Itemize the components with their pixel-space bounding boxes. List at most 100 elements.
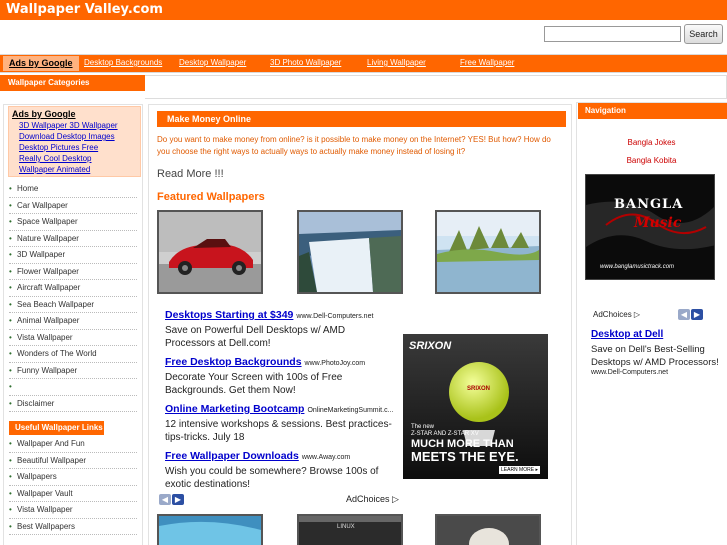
sidebar-item-label: Animal Wallpaper: [17, 316, 80, 325]
right-adchoices-link[interactable]: AdChoices ▷: [593, 310, 640, 319]
ad-url: www.Dell-Computers.net: [296, 313, 374, 320]
wallpaper-thumb-blue[interactable]: [157, 514, 263, 545]
sidebar-ad-link[interactable]: Really Cool Desktop: [19, 154, 91, 163]
right-ad-next-arrow-icon[interactable]: ▶: [691, 309, 703, 320]
sidebar-item-label: Space Wallpaper: [17, 217, 78, 226]
wallpaper-thumb-linux[interactable]: LINUX: [297, 514, 403, 545]
useful-link-item[interactable]: • Beautiful Wallpaper: [9, 453, 137, 469]
ad-next-arrow-icon[interactable]: ▶: [172, 494, 184, 505]
bullet-icon: •: [9, 184, 12, 193]
ad-title[interactable]: Desktops Starting at $349: [165, 309, 293, 321]
sidebar-item-label: Car Wallpaper: [17, 200, 68, 210]
adchoices-icon: ▷: [392, 494, 399, 504]
srixon-headline-2: MEETS THE EYE.: [411, 449, 519, 464]
ad-description: Save on Dell's Best-Selling Desktops w/ …: [591, 344, 719, 368]
srixon-line-2: Z-STAR AND Z-STAR XV: [411, 431, 479, 437]
left-sidebar: Ads by Google 3D Wallpaper 3D Wallpaper …: [3, 104, 143, 545]
site-header: Wallpaper Valley.com: [0, 0, 727, 20]
ad-description: Wish you could be somewhere? Browse 100s…: [165, 466, 379, 490]
ad-prev-arrow-icon[interactable]: ◀: [159, 494, 171, 505]
sidebar-ad-link[interactable]: Download Desktop Images: [19, 132, 115, 141]
ad-title[interactable]: Free Wallpaper Downloads: [165, 450, 299, 462]
read-more-link[interactable]: Read More !!!: [157, 168, 224, 180]
bangla-music-banner[interactable]: BANGLA Music www.banglamusictrack.com: [585, 174, 715, 280]
learn-more-button[interactable]: LEARN MORE ▸: [499, 466, 540, 474]
right-ad-prev-arrow-icon[interactable]: ◀: [678, 309, 690, 320]
wallpaper-thumb-nature[interactable]: [435, 210, 541, 294]
featured-wallpapers-title: Featured Wallpapers: [157, 191, 265, 203]
sidebar-item-label: Nature Wallpaper: [17, 233, 79, 243]
sidebar-item-space[interactable]: • Space Wallpaper: [9, 214, 137, 231]
right-link-bangla-kobita[interactable]: Bangla Kobita: [577, 156, 726, 165]
useful-links-header: Useful Wallpaper Links: [9, 421, 104, 435]
bullet-icon: •: [9, 217, 12, 226]
bullet-icon: •: [9, 316, 12, 325]
sidebar-item-flower[interactable]: • Flower Wallpaper: [9, 264, 137, 280]
sidebar-item-3d[interactable]: • 3D Wallpaper: [9, 247, 137, 264]
sidebar-item-sea-beach[interactable]: • Sea Beach Wallpaper: [9, 297, 137, 313]
bullet-icon: •: [9, 488, 12, 498]
wallpaper-thumb-animal[interactable]: [435, 514, 541, 545]
ad-title[interactable]: Desktop at Dell: [591, 329, 721, 340]
sidebar-item-empty[interactable]: •: [9, 379, 137, 396]
bullet-icon: •: [9, 266, 12, 276]
ad-url: www.PhotoJoy.com: [304, 360, 366, 367]
sidebar-item-label: Vista Wallpaper: [17, 332, 73, 342]
adchoices-label: AdChoices: [593, 310, 632, 319]
useful-link-item[interactable]: • Wallpaper And Fun: [9, 436, 137, 453]
nav-link-living-wallpaper[interactable]: Living Wallpaper: [367, 58, 426, 67]
srixon-display-ad[interactable]: SRIXON SRIXON The new Z-STAR AND Z-STAR …: [403, 334, 548, 479]
sidebar-ads-box: Ads by Google 3D Wallpaper 3D Wallpaper …: [8, 106, 141, 177]
sidebar-ad-link[interactable]: 3D Wallpaper 3D Wallpaper: [19, 121, 118, 130]
bullet-icon: •: [9, 398, 12, 408]
sidebar-item-disclaimer[interactable]: • Disclaimer: [9, 396, 137, 412]
sidebar-item-wonders[interactable]: • Wonders of The World: [9, 346, 137, 363]
useful-link-item[interactable]: • Wallpapers: [9, 469, 137, 486]
right-sidebar: Navigation Bangla Jokes Bangla Kobita BA…: [576, 102, 727, 545]
text-ad[interactable]: Desktops Starting at $349 www.Dell-Comput…: [165, 309, 395, 350]
sidebar-item-funny[interactable]: • Funny Wallpaper: [9, 363, 137, 379]
site-title[interactable]: Wallpaper Valley.com: [6, 2, 163, 17]
banner-subtitle: Music: [634, 215, 682, 231]
text-ad[interactable]: Online Marketing Bootcamp OnlineMarketing…: [165, 403, 395, 444]
sidebar-item-label: Home: [17, 184, 39, 193]
sidebar-ads-title[interactable]: Ads by Google: [12, 109, 76, 119]
search-button[interactable]: Search: [684, 24, 723, 44]
right-text-ad[interactable]: Desktop at Dell Save on Dell's Best-Sell…: [591, 329, 721, 376]
sidebar-item-nature[interactable]: • Nature Wallpaper: [9, 231, 137, 247]
nav-link-desktop-wallpaper[interactable]: Desktop Wallpaper: [179, 58, 246, 67]
nav-ads-by-google[interactable]: Ads by Google: [3, 56, 79, 71]
adchoices-link[interactable]: AdChoices ▷: [346, 494, 399, 505]
sidebar-item-animal[interactable]: • Animal Wallpaper: [9, 313, 137, 330]
text-ad[interactable]: Free Desktop Backgrounds www.PhotoJoy.com…: [165, 356, 395, 397]
srixon-logo: SRIXON: [409, 340, 452, 352]
sidebar-item-car[interactable]: • Car Wallpaper: [9, 198, 137, 214]
nav-link-desktop-backgrounds[interactable]: Desktop Backgrounds: [84, 58, 162, 67]
sidebar-ad-link[interactable]: Wallpaper Animated: [19, 165, 90, 174]
ad-title[interactable]: Free Desktop Backgrounds: [165, 356, 302, 368]
sidebar-item-label: Flower Wallpaper: [17, 266, 79, 276]
bullet-icon: •: [9, 439, 12, 448]
sidebar-item-aircraft[interactable]: • Aircraft Wallpaper: [9, 280, 137, 297]
useful-link-item[interactable]: • Vista Wallpaper: [9, 502, 137, 519]
useful-link-item[interactable]: • Wallpaper Vault: [9, 486, 137, 502]
ad-description: 12 intensive workshops & sessions. Best …: [165, 419, 392, 443]
sidebar-item-home[interactable]: • Home: [9, 181, 137, 198]
bullet-icon: •: [9, 349, 12, 358]
text-ad[interactable]: Free Wallpaper Downloads www.Away.com Wis…: [165, 450, 395, 491]
sidebar-ad-link[interactable]: Desktop Pictures Free: [19, 143, 98, 152]
ad-title[interactable]: Online Marketing Bootcamp: [165, 403, 304, 415]
nav-link-free-wallpaper[interactable]: Free Wallpaper: [460, 58, 514, 67]
thumb-linux-label: LINUX: [337, 524, 355, 530]
useful-link-item[interactable]: • Best Wallpapers: [9, 519, 137, 535]
wallpaper-thumb-waterfall[interactable]: [297, 210, 403, 294]
bullet-icon: •: [9, 250, 12, 259]
right-link-bangla-jokes[interactable]: Bangla Jokes: [577, 138, 726, 147]
useful-link-label: Wallpaper And Fun: [17, 439, 85, 448]
nav-link-3d-photo-wallpaper[interactable]: 3D Photo Wallpaper: [270, 58, 341, 67]
sidebar-item-vista[interactable]: • Vista Wallpaper: [9, 330, 137, 346]
bullet-icon: •: [9, 521, 12, 531]
navigation-header: Navigation: [578, 103, 727, 119]
wallpaper-thumb-car[interactable]: [157, 210, 263, 294]
search-input[interactable]: [544, 26, 681, 42]
